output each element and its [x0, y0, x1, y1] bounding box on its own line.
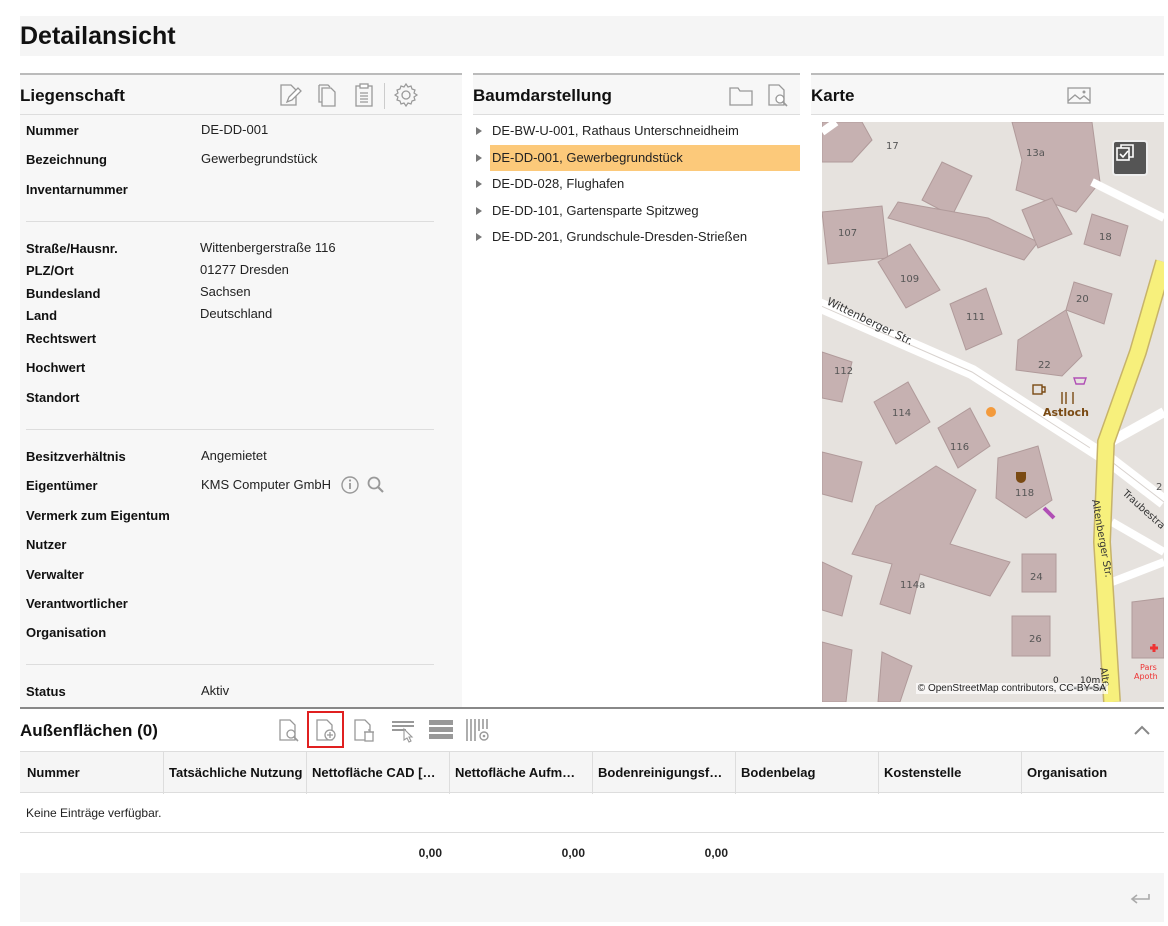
map-label: 13a — [1026, 148, 1045, 159]
map-label: 111 — [966, 312, 985, 323]
clipboard-icon[interactable] — [350, 81, 378, 109]
sum-row: 0,00 0,00 0,00 — [20, 833, 1164, 873]
karte-panel: Karte 17 13a 107 18 109 20 111 22 112 11… — [811, 73, 1164, 707]
map-label: 114 — [892, 408, 911, 419]
tree-item[interactable]: DE-DD-028, Flughafen — [473, 171, 800, 197]
baum-header: Baumdarstellung — [473, 75, 800, 115]
column-header[interactable]: Nettofläche CAD [… — [312, 765, 448, 780]
column-header[interactable]: Nummer — [27, 765, 157, 780]
map-image-icon[interactable] — [1065, 81, 1093, 109]
document-search-icon[interactable] — [764, 81, 792, 109]
map-label: 20 — [1076, 294, 1089, 305]
liegenschaft-title: Liegenschaft — [20, 86, 125, 105]
tree-item[interactable]: DE-DD-101, Gartensparte Spitzweg — [473, 198, 800, 224]
liegenschaft-panel: Liegenschaft Nummer DE-DD-001 Bezeichnun… — [20, 73, 462, 707]
page-header: Detailansicht — [20, 16, 1164, 56]
table-footer — [20, 873, 1164, 922]
expand-arrow-icon[interactable] — [476, 233, 482, 241]
aussenflaechen-title: Außenflächen (0) — [20, 721, 158, 740]
delete-document-icon[interactable] — [350, 716, 378, 744]
empty-message: Keine Einträge verfügbar. — [26, 806, 162, 820]
map-label: 116 — [950, 442, 969, 453]
sum-value: 0,00 — [561, 846, 585, 860]
map-poi-label: Pars — [1140, 663, 1157, 672]
map-label: 112 — [834, 366, 853, 377]
column-settings-icon[interactable] — [464, 716, 492, 744]
map-label: 26 — [1029, 634, 1042, 645]
copy-icon[interactable] — [313, 81, 341, 109]
tree-item-selected[interactable]: DE-DD-001, Gewerbegrundstück — [473, 145, 800, 171]
map-attribution: © OpenStreetMap contributors, CC-BY-SA — [915, 683, 1108, 694]
sum-value: 0,00 — [418, 846, 442, 860]
tree-item[interactable]: DE-DD-201, Grundschule-Dresden-Strießen — [473, 224, 800, 250]
empty-row: Keine Einträge verfügbar. — [20, 793, 1164, 833]
map-poi-label: Astloch — [1043, 406, 1089, 419]
search-icon[interactable] — [366, 475, 386, 495]
expand-arrow-icon[interactable] — [476, 127, 482, 135]
column-header[interactable]: Tatsächliche Nutzung — [169, 765, 305, 780]
document-search-icon[interactable] — [275, 716, 303, 744]
sum-value: 0,00 — [704, 846, 728, 860]
map-label: 107 — [838, 228, 857, 239]
aussenflaechen-header: Außenflächen (0) — [20, 709, 1164, 751]
map-view[interactable]: 17 13a 107 18 109 20 111 22 112 114 116 … — [822, 122, 1164, 702]
layers-icon — [1116, 144, 1134, 161]
map-label: 17 — [886, 141, 899, 152]
add-document-button[interactable] — [307, 711, 344, 748]
map-label: 114a — [900, 580, 925, 591]
baum-title: Baumdarstellung — [473, 86, 612, 105]
baum-panel: Baumdarstellung DE-BW-U-001, Rathaus Unt… — [473, 73, 800, 707]
expand-arrow-icon[interactable] — [476, 180, 482, 188]
column-header[interactable]: Nettofläche Aufm… — [455, 765, 591, 780]
map-label: 109 — [900, 274, 919, 285]
karte-title: Karte — [811, 86, 855, 105]
collapse-chevron-icon[interactable] — [1128, 716, 1156, 744]
tree-item[interactable]: DE-BW-U-001, Rathaus Unterschneidheim — [473, 118, 800, 144]
liegenschaft-header: Liegenschaft — [20, 75, 462, 115]
column-header[interactable]: Organisation — [1027, 765, 1163, 780]
map-label: 2 — [1156, 482, 1162, 493]
map-poi-label: Apoth — [1134, 672, 1158, 681]
select-rows-icon[interactable] — [389, 716, 417, 744]
return-arrow-icon[interactable] — [1126, 885, 1154, 913]
column-header[interactable]: Bodenbelag — [741, 765, 877, 780]
gear-icon[interactable] — [392, 81, 420, 109]
page-title: Detailansicht — [20, 22, 176, 50]
karte-header: Karte — [811, 75, 1164, 115]
map-canvas: 17 13a 107 18 109 20 111 22 112 114 116 … — [822, 122, 1164, 702]
expand-arrow-icon[interactable] — [476, 154, 482, 162]
aussenflaechen-panel: Außenflächen (0) Nummer Tatsächliche Nut… — [20, 707, 1164, 922]
layer-switch-button[interactable] — [1112, 140, 1148, 176]
map-label: 118 — [1015, 488, 1034, 499]
map-label: 22 — [1038, 360, 1051, 371]
add-document-icon — [315, 718, 336, 741]
map-label: 18 — [1099, 232, 1112, 243]
info-icon[interactable] — [340, 475, 360, 495]
folder-icon[interactable] — [727, 81, 755, 109]
column-header[interactable]: Bodenreinigungsf… — [598, 765, 734, 780]
expand-arrow-icon[interactable] — [476, 207, 482, 215]
map-label: 24 — [1030, 572, 1043, 583]
edit-icon[interactable] — [275, 81, 303, 109]
column-header[interactable]: Kostenstelle — [884, 765, 1020, 780]
list-view-icon[interactable] — [427, 716, 455, 744]
table-header: Nummer Tatsächliche Nutzung Nettofläche … — [20, 751, 1164, 794]
